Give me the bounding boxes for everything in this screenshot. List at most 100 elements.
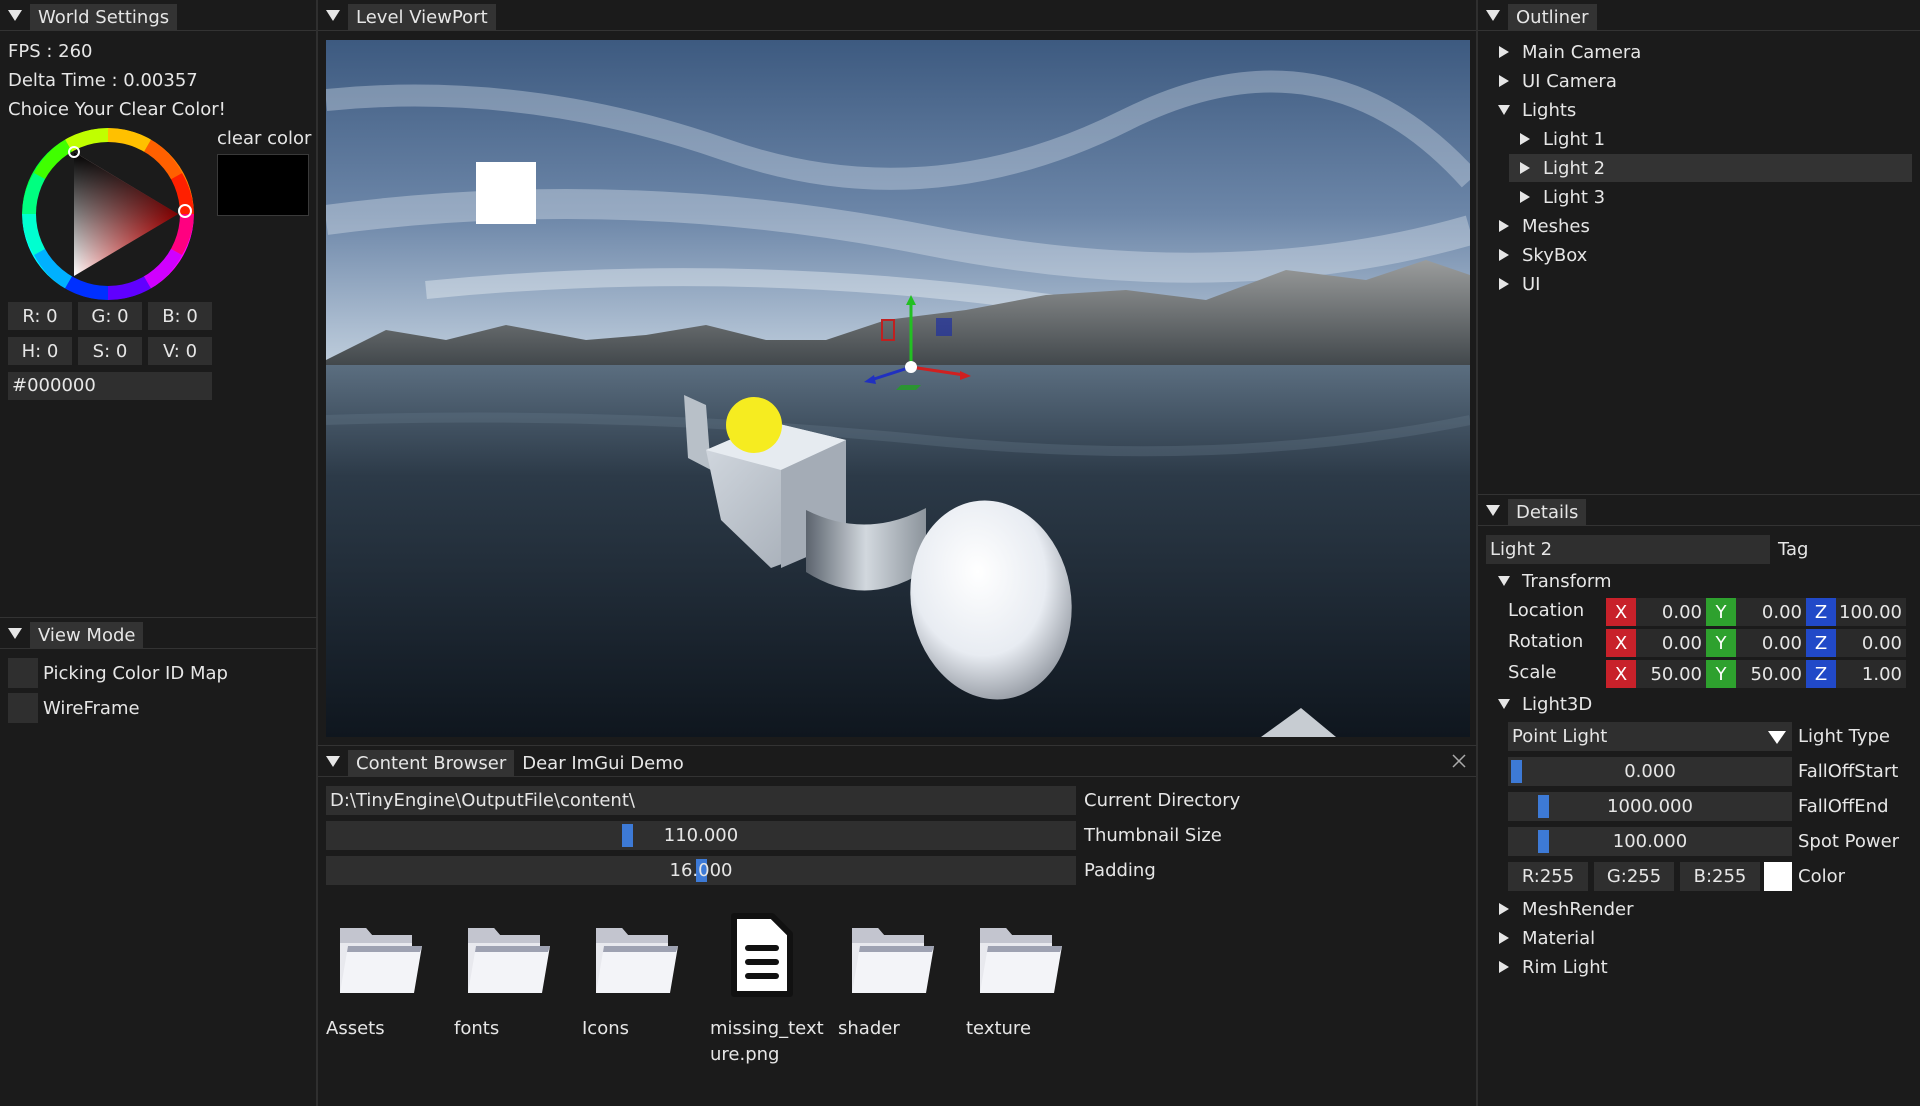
- collapse-arrow-icon[interactable]: [1478, 0, 1508, 31]
- folder-item-fonts[interactable]: fonts: [454, 906, 564, 1039]
- outliner-item-label: UI Camera: [1522, 70, 1617, 92]
- outliner-item[interactable]: Light 2: [1509, 154, 1912, 182]
- axis-x-value[interactable]: 0.00: [1636, 598, 1706, 626]
- viewport-titlebar: Level ViewPort: [318, 0, 1476, 31]
- outliner-tab[interactable]: Outliner: [1508, 3, 1597, 31]
- hex-field[interactable]: #000000: [8, 372, 212, 400]
- light-color-green-field[interactable]: G:255: [1594, 862, 1674, 891]
- details-tab[interactable]: Details: [1508, 498, 1587, 526]
- padding-value: 16.000: [669, 860, 733, 881]
- light-color-red-field[interactable]: R:255: [1508, 862, 1588, 891]
- axis-y-value[interactable]: 0.00: [1736, 629, 1806, 657]
- axis-z-value[interactable]: 1.00: [1836, 660, 1906, 688]
- wireframe-label: WireFrame: [43, 698, 140, 719]
- axis-y-value[interactable]: 0.00: [1736, 598, 1806, 626]
- green-field[interactable]: G: 0: [78, 302, 142, 330]
- outliner-item-label: Lights: [1522, 99, 1577, 121]
- axis-x-value[interactable]: 0.00: [1636, 629, 1706, 657]
- red-field[interactable]: R: 0: [8, 302, 72, 330]
- level-viewport-panel: Level ViewPort: [318, 0, 1478, 745]
- light-color-blue-field[interactable]: B:255: [1680, 862, 1760, 891]
- object-name-field[interactable]: Light 2: [1486, 535, 1770, 564]
- viewport-render[interactable]: [326, 40, 1470, 737]
- blue-field[interactable]: B: 0: [148, 302, 212, 330]
- falloff-start-value: 0.000: [1624, 761, 1676, 782]
- folder-item-texture[interactable]: texture: [966, 906, 1076, 1039]
- world-settings-panel: World Settings FPS : 260 Delta Time : 0.…: [0, 0, 318, 617]
- outliner-item[interactable]: SkyBox: [1494, 241, 1587, 269]
- collapse-arrow-icon[interactable]: [0, 618, 30, 649]
- vector3-field: X 50.00 Y 50.00 Z 1.00: [1606, 660, 1906, 688]
- light-type-dropdown[interactable]: Point Light: [1508, 722, 1792, 751]
- rim-light-header[interactable]: Rim Light: [1494, 953, 1608, 981]
- clear-color-swatch[interactable]: [217, 154, 309, 216]
- content-browser-panel: Content Browser Dear ImGui Demo D:\TinyE…: [318, 745, 1478, 1106]
- collapse-arrow-icon[interactable]: [0, 0, 30, 31]
- light-type-label: Light Type: [1798, 726, 1890, 747]
- color-wheel[interactable]: [21, 127, 194, 301]
- outliner-item[interactable]: UI Camera: [1494, 67, 1617, 95]
- collapsed-arrow-icon: [1499, 75, 1509, 87]
- folder-item-icons[interactable]: Icons: [582, 906, 692, 1039]
- transform-header[interactable]: Transform: [1494, 567, 1612, 595]
- axis-z-value[interactable]: 100.00: [1836, 598, 1906, 626]
- tab-content-browser[interactable]: Content Browser: [348, 749, 515, 777]
- value-field[interactable]: V: 0: [148, 337, 212, 365]
- view-mode-tab[interactable]: View Mode: [30, 621, 144, 649]
- collapsed-arrow-icon: [1499, 46, 1509, 58]
- outliner-item[interactable]: Meshes: [1494, 212, 1590, 240]
- world-settings-tab[interactable]: World Settings: [30, 3, 178, 31]
- axis-x-badge: X: [1606, 629, 1636, 657]
- axis-y-value[interactable]: 50.00: [1736, 660, 1806, 688]
- thumbnail-slider-grab[interactable]: [622, 824, 633, 847]
- collapse-arrow-icon[interactable]: [318, 0, 348, 31]
- padding-slider[interactable]: 16.000: [326, 856, 1076, 885]
- axis-z-value[interactable]: 0.00: [1836, 629, 1906, 657]
- falloff-start-grab[interactable]: [1511, 760, 1522, 783]
- collapsed-arrow-icon: [1520, 191, 1530, 203]
- outliner-item-label: SkyBox: [1522, 244, 1588, 266]
- close-icon[interactable]: [1450, 752, 1468, 770]
- falloff-start-slider[interactable]: 0.000: [1508, 757, 1792, 786]
- light3d-header[interactable]: Light3D: [1494, 690, 1592, 718]
- folder-item-assets[interactable]: Assets: [326, 906, 436, 1039]
- outliner-item[interactable]: Lights: [1494, 96, 1576, 124]
- transform-row-label: Rotation: [1508, 631, 1584, 652]
- saturation-field[interactable]: S: 0: [78, 337, 142, 365]
- folder-item-shader[interactable]: shader: [838, 906, 948, 1039]
- file-item-missing-texture[interactable]: missing_texture.png: [710, 906, 824, 1065]
- material-label: Material: [1522, 927, 1596, 949]
- falloff-end-label: FallOffEnd: [1798, 796, 1889, 817]
- thumbnail-size-slider[interactable]: 110.000: [326, 821, 1076, 850]
- picking-color-checkbox[interactable]: [8, 658, 38, 688]
- tab-imgui-demo[interactable]: Dear ImGui Demo: [514, 750, 692, 777]
- collapse-arrow-icon[interactable]: [318, 746, 348, 777]
- folder-icon: [852, 928, 934, 993]
- details-panel: Details Light 2 Tag Transform Location X 0…: [1478, 494, 1920, 1106]
- view-mode-panel: View Mode Picking Color ID Map WireFrame: [0, 617, 318, 1106]
- axis-y-badge: Y: [1706, 660, 1736, 688]
- axis-z-badge: Z: [1806, 660, 1836, 688]
- chevron-down-icon: [1768, 731, 1786, 744]
- outliner-item[interactable]: Light 1: [1515, 125, 1605, 153]
- outliner-item[interactable]: Light 3: [1515, 183, 1605, 211]
- falloff-end-grab[interactable]: [1538, 795, 1549, 818]
- spot-power-slider[interactable]: 100.000: [1508, 827, 1792, 856]
- spot-power-grab[interactable]: [1538, 830, 1549, 853]
- material-header[interactable]: Material: [1494, 924, 1595, 952]
- axis-x-value[interactable]: 50.00: [1636, 660, 1706, 688]
- light-color-swatch[interactable]: [1764, 862, 1792, 891]
- outliner-item[interactable]: Main Camera: [1494, 38, 1641, 66]
- thumbnail-size-value: 110.000: [663, 825, 739, 846]
- meshrender-header[interactable]: MeshRender: [1494, 895, 1633, 923]
- directory-field[interactable]: D:\TinyEngine\OutputFile\content\: [326, 786, 1076, 815]
- falloff-end-slider[interactable]: 1000.000: [1508, 792, 1792, 821]
- folder-label: shader: [838, 1018, 900, 1039]
- outliner-item[interactable]: UI: [1494, 270, 1540, 298]
- fps-text: FPS : 260: [8, 41, 93, 62]
- expanded-arrow-icon: [1498, 699, 1510, 709]
- hue-field[interactable]: H: 0: [8, 337, 72, 365]
- viewport-tab[interactable]: Level ViewPort: [348, 3, 496, 31]
- collapse-arrow-icon[interactable]: [1478, 495, 1508, 526]
- wireframe-checkbox[interactable]: [8, 693, 38, 723]
